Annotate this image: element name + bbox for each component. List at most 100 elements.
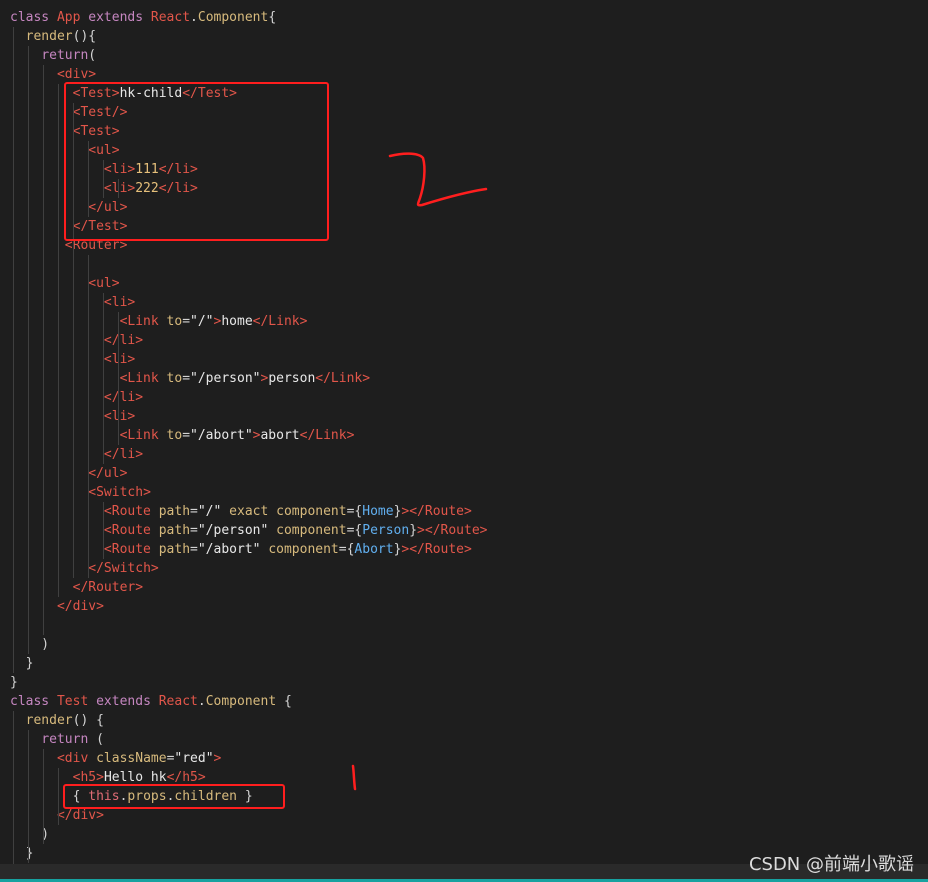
code-token: >	[213, 751, 222, 766]
code-token: "/"	[190, 314, 214, 329]
code-token: =	[182, 428, 191, 443]
code-line[interactable]: class Test extends React.Component {	[10, 692, 292, 711]
code-line[interactable]: <Link to="/abort">abort</Link>	[10, 426, 355, 445]
code-token: <ul>	[88, 276, 120, 291]
code-line[interactable]: render() {	[10, 711, 104, 730]
code-token: </li>	[103, 390, 144, 405]
code-token: </h5>	[166, 770, 206, 785]
code-token: </Link>	[252, 314, 308, 329]
indent-guide	[58, 84, 59, 597]
code-token: Component	[197, 10, 269, 25]
code-line[interactable]: )	[10, 635, 49, 654]
indent-guide	[88, 255, 89, 578]
code-token: =	[182, 371, 191, 386]
code-line[interactable]: <div className="red">	[10, 749, 221, 768]
code-line[interactable]: class App extends React.Component{	[10, 8, 276, 27]
code-token: </li>	[103, 447, 144, 462]
code-token: .	[197, 694, 206, 709]
code-token: .	[190, 10, 198, 25]
code-token: </div>	[56, 599, 104, 614]
code-token: Component	[205, 694, 284, 709]
code-token: </Router>	[72, 580, 144, 595]
code-line[interactable]: <Route path="/abort" component={Abort}><…	[10, 540, 472, 559]
code-line[interactable]: </Switch>	[10, 559, 159, 578]
code-line[interactable]: <Link to="/">home</Link>	[10, 312, 308, 331]
code-token: className	[96, 751, 167, 766]
code-token: class	[10, 10, 57, 25]
code-token: React	[150, 10, 191, 25]
code-token: abort	[260, 428, 300, 443]
code-token: return	[41, 48, 89, 63]
code-token: </ul>	[88, 466, 128, 481]
code-token: "/abort"	[197, 542, 269, 557]
code-token: }	[10, 675, 18, 690]
code-token: path	[158, 523, 191, 538]
code-line[interactable]: }	[10, 673, 18, 692]
indent-guide	[13, 711, 14, 882]
code-line[interactable]: return (	[10, 730, 104, 749]
code-line[interactable]: <Link to="/person">person</Link>	[10, 369, 371, 388]
code-token: "red"	[174, 751, 214, 766]
indent-guide	[58, 768, 59, 825]
code-line[interactable]: render(){	[10, 27, 96, 46]
code-token: component	[276, 523, 347, 538]
indent-guide	[28, 730, 29, 863]
watermark: CSDN @前端小歌谣	[748, 854, 914, 875]
code-token: <Route	[103, 523, 159, 538]
indent-guide	[103, 502, 104, 559]
code-token: Person	[362, 523, 410, 538]
indent-guide	[118, 312, 119, 445]
code-token: to	[166, 314, 183, 329]
code-token: Abort	[354, 542, 394, 557]
code-line[interactable]: </li>	[10, 331, 143, 350]
code-token: =	[190, 523, 198, 538]
annotation-box-props-children	[63, 784, 285, 809]
code-token: Test	[56, 694, 97, 709]
code-token: ></Route>	[417, 523, 488, 538]
code-token: )	[10, 637, 50, 652]
code-line[interactable]: <Route path="/" exact component={Home}><…	[10, 502, 472, 521]
code-token: <div>	[56, 67, 97, 82]
code-token: </li>	[103, 333, 144, 348]
code-token: =	[190, 542, 198, 557]
code-line[interactable]: return(	[10, 46, 96, 65]
code-token: ={	[346, 504, 363, 519]
code-line[interactable]: <Route path="/person" component={Person}…	[10, 521, 488, 540]
code-line[interactable]: <ul>	[10, 274, 120, 293]
code-token: {	[268, 10, 277, 25]
code-token: <Link	[119, 428, 167, 443]
code-token: </Link>	[299, 428, 355, 443]
code-token: Home	[362, 504, 394, 519]
code-token: <Switch>	[88, 485, 151, 500]
code-line[interactable]: <Switch>	[10, 483, 151, 502]
code-token: () {	[72, 713, 104, 728]
code-token: extends	[88, 10, 151, 25]
code-line[interactable]: </li>	[10, 388, 143, 407]
code-token: class	[10, 694, 57, 709]
code-token: component	[268, 542, 339, 557]
code-token: ={	[338, 542, 355, 557]
code-token: <Link	[119, 371, 167, 386]
indent-guide	[43, 749, 44, 844]
code-line[interactable]: </Router>	[10, 578, 143, 597]
code-token: extends	[96, 694, 159, 709]
code-token: to	[166, 428, 183, 443]
code-token: <Route	[103, 542, 159, 557]
code-token: <Link	[119, 314, 167, 329]
code-line[interactable]: </li>	[10, 445, 143, 464]
code-token: "/person"	[197, 523, 277, 538]
code-token: exact	[229, 504, 277, 519]
code-token: {	[283, 694, 292, 709]
code-line[interactable]: </div>	[10, 597, 104, 616]
code-token: </Switch>	[88, 561, 159, 576]
